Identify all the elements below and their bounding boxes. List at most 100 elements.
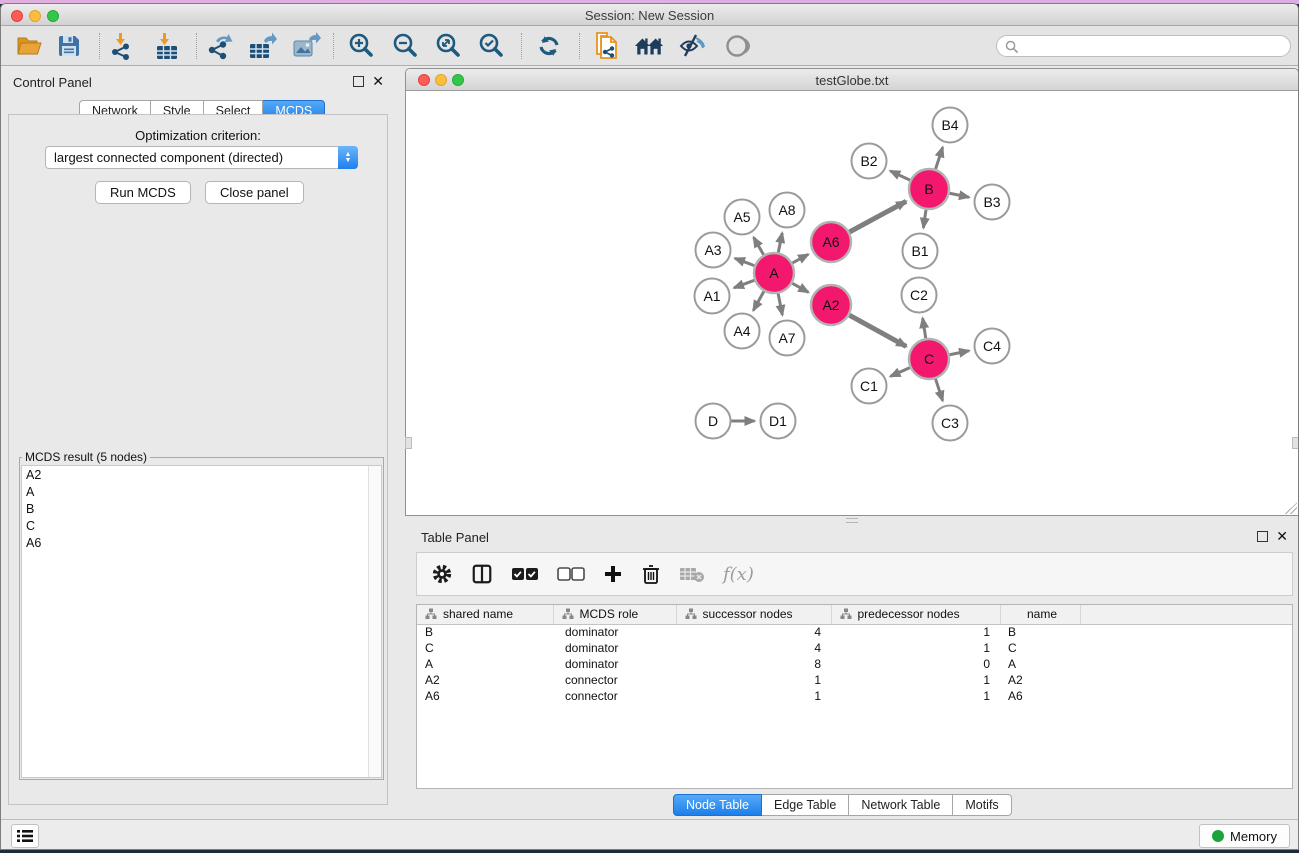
close-panel-button[interactable]: Close panel xyxy=(205,181,304,204)
criterion-dropdown[interactable]: largest connected component (directed) ▲… xyxy=(45,146,358,169)
graph-edge-A-A6[interactable] xyxy=(792,254,808,263)
table-cell[interactable]: connector xyxy=(553,688,676,704)
table-cell[interactable]: 1 xyxy=(831,640,1000,656)
graph-node-C3[interactable]: C3 xyxy=(933,406,968,441)
graph-node-A4[interactable]: A4 xyxy=(725,314,760,349)
table-cell[interactable]: A2 xyxy=(417,672,553,688)
search-field[interactable] xyxy=(996,35,1291,57)
graph-edge-A2-C[interactable] xyxy=(849,315,906,346)
left-splitter-grip[interactable] xyxy=(405,437,412,449)
table-cell[interactable]: A2 xyxy=(1000,672,1080,688)
graph-node-D[interactable]: D xyxy=(696,404,731,439)
refresh-view-icon[interactable] xyxy=(533,31,565,61)
graph-node-B[interactable]: B xyxy=(909,169,949,209)
delete-table-icon[interactable] xyxy=(679,565,705,583)
table-cell[interactable]: A6 xyxy=(1000,688,1080,704)
graph-node-A2[interactable]: A2 xyxy=(811,285,851,325)
table-cell[interactable]: 4 xyxy=(676,624,831,640)
graph-edge-A-A7[interactable] xyxy=(778,294,782,315)
column-header-name[interactable]: name xyxy=(1000,605,1080,624)
table-cell[interactable]: 1 xyxy=(831,672,1000,688)
graph-node-B3[interactable]: B3 xyxy=(975,185,1010,220)
graph-node-A8[interactable]: A8 xyxy=(770,193,805,228)
graph-edge-B-B4[interactable] xyxy=(936,147,943,169)
table-row[interactable]: Bdominator41B xyxy=(417,624,1293,640)
graph-node-D1[interactable]: D1 xyxy=(761,404,796,439)
graph-node-C[interactable]: C xyxy=(909,339,949,379)
float-table-panel-icon[interactable] xyxy=(1257,531,1268,542)
import-network-icon[interactable] xyxy=(107,31,139,61)
graph-edge-A-A5[interactable] xyxy=(754,237,764,254)
column-header-successor-nodes[interactable]: successor nodes xyxy=(676,605,831,624)
graph-node-A7[interactable]: A7 xyxy=(770,321,805,356)
zoom-in-icon[interactable] xyxy=(345,31,377,61)
graph-edge-A6-B[interactable] xyxy=(849,201,906,232)
table-cell[interactable]: 1 xyxy=(831,624,1000,640)
save-session-icon[interactable] xyxy=(53,31,85,61)
graph-edge-C-C2[interactable] xyxy=(923,318,926,338)
zoom-selected-icon[interactable] xyxy=(475,31,507,61)
export-image-icon[interactable] xyxy=(290,31,322,61)
memory-button[interactable]: Memory xyxy=(1199,824,1290,848)
zoom-fit-icon[interactable] xyxy=(432,31,464,61)
horizontal-splitter-grip[interactable] xyxy=(846,518,858,523)
table-cell[interactable]: dominator xyxy=(553,656,676,672)
show-column-icon[interactable] xyxy=(471,563,493,585)
column-header-MCDS-role[interactable]: MCDS role xyxy=(553,605,676,624)
close-table-panel-icon[interactable]: ✕ xyxy=(1276,531,1288,542)
create-column-plus-icon[interactable] xyxy=(603,564,623,584)
table-row[interactable]: Cdominator41C xyxy=(417,640,1293,656)
export-network-icon[interactable] xyxy=(204,31,236,61)
table-cell[interactable]: 4 xyxy=(676,640,831,656)
float-panel-icon[interactable] xyxy=(353,76,364,87)
graph-node-A[interactable]: A xyxy=(754,253,794,293)
table-cell[interactable]: 1 xyxy=(831,688,1000,704)
graph-edge-B-B1[interactable] xyxy=(923,210,926,228)
graph-edge-A-A4[interactable] xyxy=(753,291,764,310)
mcds-result-list[interactable]: A2ABCA6 xyxy=(21,465,382,778)
graph-node-B1[interactable]: B1 xyxy=(903,234,938,269)
search-input[interactable] xyxy=(1022,39,1290,53)
table-cell[interactable]: dominator xyxy=(553,640,676,656)
graph-node-A3[interactable]: A3 xyxy=(696,233,731,268)
function-builder-icon[interactable]: f(x) xyxy=(723,564,754,585)
graph-edge-C-C1[interactable] xyxy=(890,368,909,377)
delete-column-trash-icon[interactable] xyxy=(641,563,661,585)
table-cell[interactable]: 0 xyxy=(831,656,1000,672)
export-table-icon[interactable] xyxy=(246,31,278,61)
column-header-shared-name[interactable]: shared name xyxy=(417,605,553,624)
open-session-icon[interactable] xyxy=(13,31,45,61)
graph-edge-A-A3[interactable] xyxy=(735,258,754,265)
table-cell[interactable]: A xyxy=(1000,656,1080,672)
table-cell[interactable]: 1 xyxy=(676,672,831,688)
graph-node-A5[interactable]: A5 xyxy=(725,200,760,235)
table-cell[interactable]: 8 xyxy=(676,656,831,672)
table-row[interactable]: A6connector11A6 xyxy=(417,688,1293,704)
graph-edge-C-C4[interactable] xyxy=(950,351,969,355)
table-cell[interactable]: dominator xyxy=(553,624,676,640)
close-panel-icon[interactable]: ✕ xyxy=(372,76,384,87)
select-all-columns-icon[interactable] xyxy=(511,566,539,582)
show-panels-eye-icon[interactable] xyxy=(721,31,753,61)
table-cell[interactable]: A6 xyxy=(417,688,553,704)
graph-edge-A-A8[interactable] xyxy=(778,233,782,252)
table-row[interactable]: A2connector11A2 xyxy=(417,672,1293,688)
table-settings-gear-icon[interactable] xyxy=(431,563,453,585)
tab-edge-table[interactable]: Edge Table xyxy=(762,794,849,816)
window-resize-handle[interactable] xyxy=(1285,502,1297,514)
hide-graphics-details-icon[interactable] xyxy=(677,31,709,61)
zoom-out-icon[interactable] xyxy=(389,31,421,61)
table-cell[interactable]: B xyxy=(417,624,553,640)
graph-node-A6[interactable]: A6 xyxy=(811,222,851,262)
tab-motifs[interactable]: Motifs xyxy=(953,794,1011,816)
graph-edge-B-B2[interactable] xyxy=(890,171,910,180)
table-cell[interactable]: 1 xyxy=(676,688,831,704)
tab-node-table[interactable]: Node Table xyxy=(673,794,762,816)
home-icon[interactable] xyxy=(633,31,665,61)
import-table-icon[interactable] xyxy=(151,31,183,61)
graph-node-B2[interactable]: B2 xyxy=(852,144,887,179)
graph-edge-C-C3[interactable] xyxy=(936,379,943,401)
table-row[interactable]: Adominator80A xyxy=(417,656,1293,672)
network-graph-canvas[interactable]: B4B2BB3A5A8A6A3B1AA1A2C2A4A7CC4C1C3DD1 xyxy=(406,91,1298,515)
graph-edge-B-B3[interactable] xyxy=(950,193,969,197)
